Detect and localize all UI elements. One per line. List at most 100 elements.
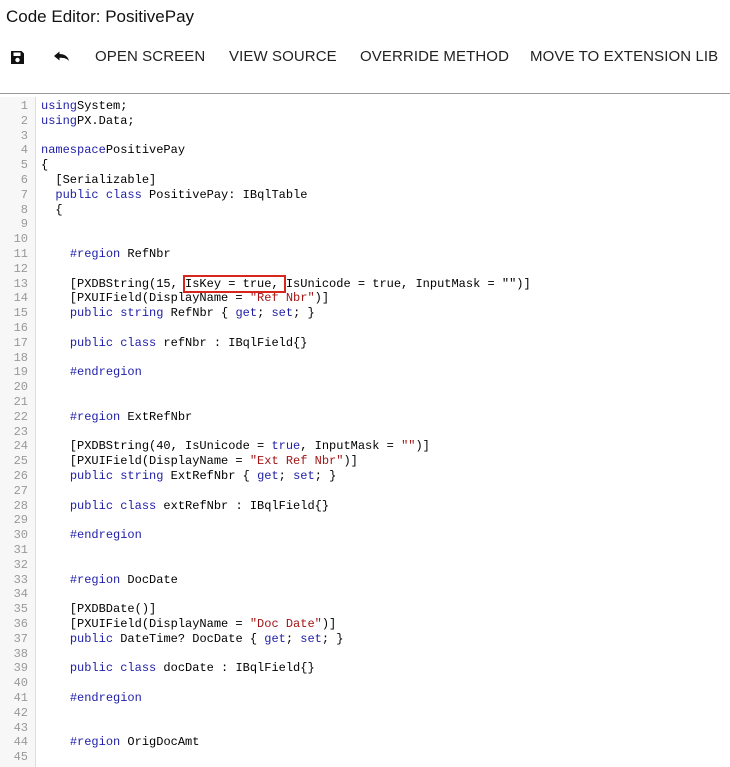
open-screen-button[interactable]: OPEN SCREEN [95, 48, 205, 66]
line-number: 15 [13, 306, 28, 321]
line-number: 43 [13, 720, 28, 735]
code-line[interactable]: 25 [PXUIField(DisplayName = "Ext Ref Nbr… [0, 454, 730, 469]
line-number: 40 [13, 676, 28, 691]
undo-icon[interactable] [51, 46, 71, 68]
code-text: public class PositivePay: IBqlTable [55, 187, 308, 202]
line-number: 3 [20, 128, 28, 143]
code-line[interactable]: 28 public class extRefNbr : IBqlField{} [0, 499, 730, 514]
code-line[interactable]: 26 public string ExtRefNbr { get; set; } [0, 469, 730, 484]
code-line[interactable]: 5{ [0, 158, 730, 173]
code-line[interactable]: 33 #region DocDate [0, 573, 730, 588]
code-line[interactable]: 7 public class PositivePay: IBqlTable [0, 188, 730, 203]
code-line[interactable]: 14 [PXUIField(DisplayName = "Ref Nbr")] [0, 291, 730, 306]
view-source-button[interactable]: VIEW SOURCE [229, 48, 337, 66]
code-line[interactable]: 1 usingSystem; [0, 99, 730, 114]
code-line[interactable]: 23 [0, 425, 730, 440]
line-number: 33 [13, 572, 28, 587]
line-number: 11 [13, 247, 28, 261]
line-number: 20 [13, 380, 28, 395]
code-line[interactable]: 31 [0, 543, 730, 558]
code-line[interactable]: 3 [0, 129, 730, 144]
code-text: namespacePositivePay [41, 143, 186, 158]
code-line[interactable]: 21 [0, 395, 730, 410]
code-line[interactable]: 13 [PXDBString(15, IsKey = true, IsUnico… [0, 277, 730, 292]
highlight-box [183, 274, 286, 293]
code-text: [PXDBDate()] [41, 602, 157, 617]
line-number: 22 [13, 409, 28, 424]
code-text: #region ExtRefNbr [69, 409, 193, 424]
line-number: 8 [20, 202, 28, 217]
line-number: 12 [13, 261, 28, 276]
line-number: 35 [13, 602, 28, 617]
code-line[interactable]: 2 usingPX.Data; [0, 114, 730, 129]
code-text: #region OrigDocAmt [69, 735, 200, 750]
code-line[interactable]: 44 #region OrigDocAmt [0, 735, 730, 750]
code-line[interactable]: 10 [0, 232, 730, 247]
code-line[interactable]: 34 [0, 587, 730, 602]
code-line[interactable]: 30 #endregion [0, 528, 730, 543]
code-line[interactable]: 17 public class refNbr : IBqlField{} [0, 336, 730, 351]
toolbar: OPEN SCREEN VIEW SOURCE OVERRIDE METHOD … [0, 44, 730, 70]
line-number: 39 [13, 661, 28, 676]
code-text: usingPX.Data; [41, 113, 135, 128]
code-line[interactable]: 42 [0, 706, 730, 721]
line-number: 24 [13, 439, 28, 454]
code-line[interactable]: 24 [PXDBString(40, IsUnicode = true, Inp… [0, 439, 730, 454]
code-line[interactable]: 19 #endregion [0, 365, 730, 380]
code-text: { [41, 158, 49, 173]
line-number: 1 [20, 99, 28, 113]
code-line[interactable]: 12 [0, 262, 730, 277]
code-text: public string RefNbr { get; set; } [69, 306, 315, 321]
code-line[interactable]: 35 [PXDBDate()] [0, 602, 730, 617]
line-number: 17 [13, 335, 28, 350]
line-number: 41 [13, 691, 28, 705]
code-line[interactable]: 41 #endregion [0, 691, 730, 706]
window-title: Code Editor: PositivePay [6, 7, 195, 26]
code-line[interactable]: 4 namespacePositivePay [0, 143, 730, 158]
code-line[interactable]: 6 [Serializable] [0, 173, 730, 188]
code-text: usingSystem; [41, 99, 128, 113]
code-line[interactable]: 16 [0, 321, 730, 336]
code-editor[interactable]: 1 usingSystem; 2 usingPX.Data; 3 4 namespacePo… [0, 97, 730, 767]
code-text: #endregion [69, 691, 142, 705]
move-to-extension-lib-button[interactable]: MOVE TO EXTENSION LIB [530, 48, 718, 66]
code-line[interactable]: 20 [0, 380, 730, 395]
code-line[interactable]: 39 public class docDate : IBqlField{} [0, 661, 730, 676]
code-line[interactable]: 45 [0, 750, 730, 765]
code-line[interactable]: 43 [0, 721, 730, 736]
code-line[interactable]: 38 [0, 647, 730, 662]
line-number: 7 [20, 187, 28, 202]
code-line[interactable]: 18 [0, 351, 730, 366]
code-line[interactable]: 36 [PXUIField(DisplayName = "Doc Date")] [0, 617, 730, 632]
line-number: 38 [13, 646, 28, 661]
line-number: 29 [13, 513, 28, 528]
line-number: 16 [13, 321, 28, 335]
override-method-button[interactable]: OVERRIDE METHOD [360, 48, 509, 66]
code-line[interactable]: 8 { [0, 203, 730, 218]
save-icon[interactable] [7, 46, 27, 68]
code-text: [PXDBString(40, IsUnicode = true, InputM… [41, 439, 430, 454]
code-line[interactable]: 27 [0, 484, 730, 499]
line-number: 21 [13, 395, 28, 409]
code-text: public string ExtRefNbr { get; set; } [69, 469, 337, 483]
code-line[interactable]: 32 [0, 558, 730, 573]
code-line[interactable]: 11 #region RefNbr [0, 247, 730, 262]
code-line[interactable]: 40 [0, 676, 730, 691]
line-number: 9 [20, 217, 28, 232]
code-line[interactable]: 15 public string RefNbr { get; set; } [0, 306, 730, 321]
line-number: 13 [13, 276, 28, 291]
code-line[interactable]: 22 #region ExtRefNbr [0, 410, 730, 425]
line-number: 27 [13, 483, 28, 498]
line-number: 5 [20, 158, 28, 173]
line-number: 44 [13, 735, 28, 750]
code-text: #endregion [69, 528, 142, 543]
code-line[interactable]: 37 public DateTime? DocDate { get; set; … [0, 632, 730, 647]
line-number: 18 [13, 350, 28, 365]
code-text: [PXUIField(DisplayName = "Doc Date")] [41, 617, 337, 631]
code-line[interactable]: 29 [0, 513, 730, 528]
line-number: 19 [13, 365, 28, 380]
code-text: #region RefNbr [69, 247, 171, 261]
line-number: 34 [13, 587, 28, 602]
line-number: 23 [13, 424, 28, 439]
code-line[interactable]: 9 [0, 217, 730, 232]
